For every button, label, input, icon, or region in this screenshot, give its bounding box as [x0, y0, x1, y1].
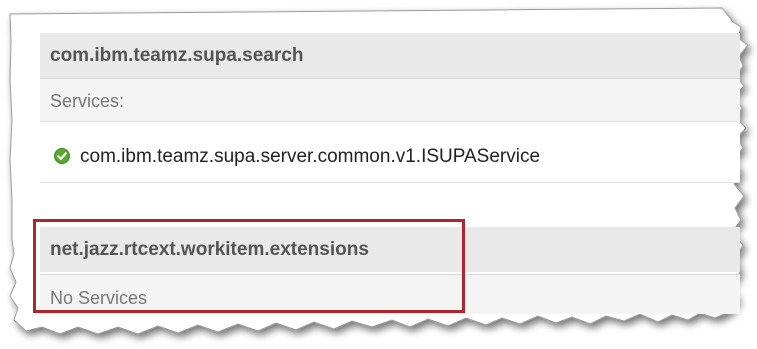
services-label: Services:	[40, 78, 740, 122]
service-list: com.ibm.teamz.supa.search Services: com.…	[0, 0, 757, 349]
section-header-supa-search[interactable]: com.ibm.teamz.supa.search	[40, 33, 740, 78]
service-row[interactable]: com.ibm.teamz.supa.server.common.v1.ISUP…	[40, 131, 740, 183]
check-circle-icon	[54, 148, 70, 164]
screenshot-stage: com.ibm.teamz.supa.search Services: com.…	[0, 0, 757, 349]
highlight-annotation-box	[33, 219, 465, 313]
service-name: com.ibm.teamz.supa.server.common.v1.ISUP…	[80, 146, 541, 167]
